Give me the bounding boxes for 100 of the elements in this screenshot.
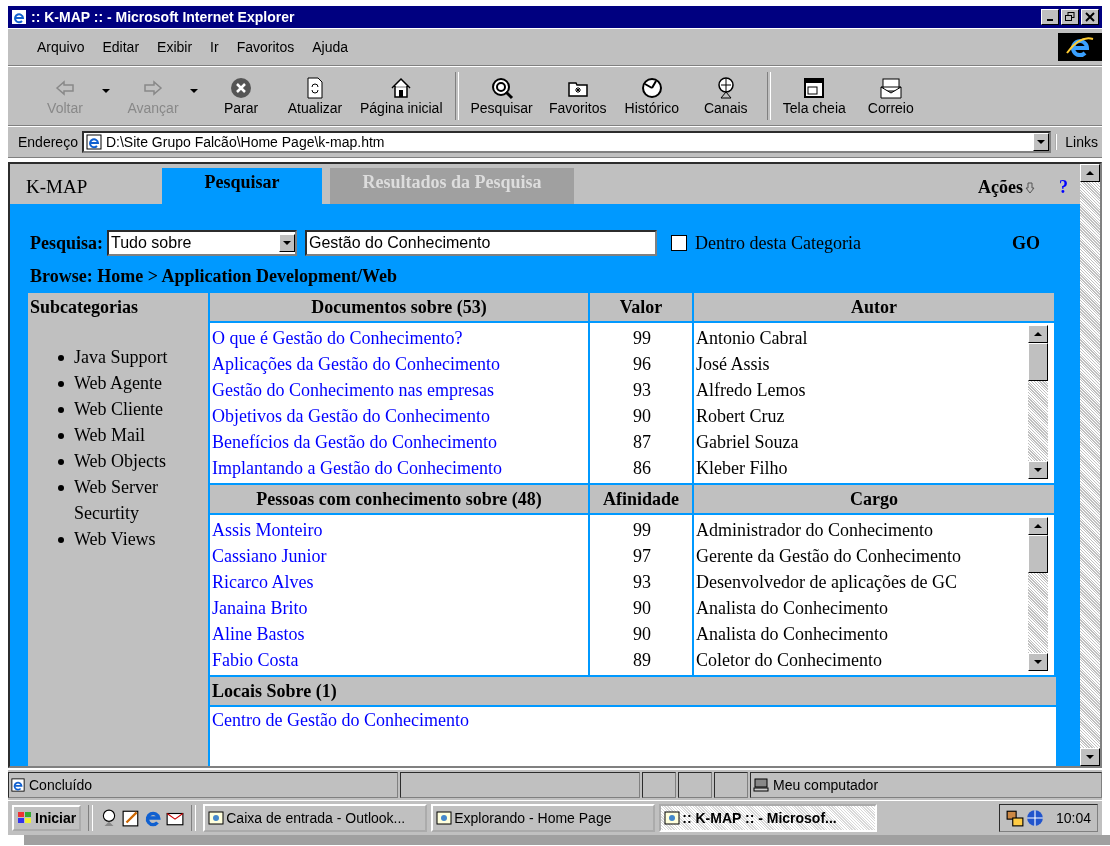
bullet-icon <box>58 433 64 439</box>
close-icon <box>1085 12 1095 22</box>
arrow-down-icon <box>1034 468 1042 472</box>
caret-icon <box>283 241 291 245</box>
window-icon <box>436 810 453 826</box>
table-cell-text: 90 <box>632 623 652 646</box>
result-link[interactable]: Gestão do Conhecimento nas empresas <box>210 377 588 403</box>
subcategory-link[interactable]: Java Support <box>74 344 168 370</box>
table-cell-text: Antonio Cabral <box>695 327 809 350</box>
checkbox-label: Dentro desta Categoria <box>695 232 861 254</box>
menu-item[interactable]: Arquivo <box>28 39 94 55</box>
checkbox[interactable] <box>671 235 687 251</box>
links-button[interactable]: Links <box>1055 134 1102 150</box>
result-link[interactable]: Benefícios da Gestão do Conhecimento <box>210 429 588 455</box>
subcategory-link[interactable]: Web Views <box>74 526 156 552</box>
favorites-button[interactable]: Favoritos <box>540 76 615 116</box>
subcategory-link[interactable]: Web Objects <box>74 448 167 474</box>
panel-title: Subcategorias <box>29 296 139 319</box>
menu-item[interactable]: Ir <box>201 39 228 55</box>
search-field[interactable]: Gestão do Conhecimento <box>305 230 657 256</box>
clock-icon <box>639 76 664 100</box>
subcategory-link[interactable]: Web Cliente <box>74 396 164 422</box>
table-cell-text: 93 <box>632 379 652 402</box>
restore-button[interactable] <box>1061 9 1079 25</box>
minimize-icon <box>1047 19 1053 21</box>
fullscreen-button[interactable]: Tela cheia <box>774 76 854 116</box>
subcategory-link[interactable]: Web Server Securtity <box>74 474 188 526</box>
status-panel <box>714 772 748 798</box>
refresh-button[interactable]: Atualizar <box>278 76 352 116</box>
minimize-button[interactable] <box>1041 9 1059 25</box>
tab[interactable]: Pesquisar <box>162 168 322 204</box>
table-cell-text: Robert Cruz <box>695 405 786 428</box>
result-link[interactable]: Aline Bastos <box>210 621 588 647</box>
search-label: Pesquisa: <box>30 232 103 254</box>
result-link[interactable]: Aplicações da Gestão do Conhecimento <box>210 351 588 377</box>
scrollbar[interactable] <box>1028 325 1048 479</box>
go-button[interactable]: GO <box>1012 232 1040 254</box>
network-icon[interactable] <box>1005 809 1024 827</box>
result-link[interactable]: Objetivos da Gestão do Conhecimento <box>210 403 588 429</box>
page-icon <box>85 134 102 150</box>
table-cell-text: 93 <box>632 571 652 594</box>
subcategory-link[interactable]: Web Mail <box>74 422 146 448</box>
start-button[interactable]: Iniciar <box>12 805 82 831</box>
browser-icon <box>11 9 27 25</box>
result-link[interactable]: Ricarco Alves <box>210 569 588 595</box>
table-cell-text: 89 <box>632 649 652 672</box>
scrollbar[interactable] <box>1028 517 1048 671</box>
table-cell-text: 87 <box>632 431 652 454</box>
subcategory-link[interactable]: Web Agente <box>74 370 163 396</box>
clock: 10:04 <box>1055 810 1091 826</box>
arrow-down-icon <box>1034 660 1042 664</box>
taskbar-button[interactable]: Explorando - Home Page <box>431 804 656 832</box>
bullet-icon <box>58 537 64 543</box>
arrow-up-icon <box>1034 332 1042 336</box>
column-header: Valor <box>590 293 692 321</box>
pencil-icon[interactable] <box>122 809 141 827</box>
table-cell-text: Alfredo Lemos <box>695 379 807 402</box>
table-cell-text: 96 <box>632 353 652 376</box>
bullet-icon <box>58 381 64 387</box>
menu-item[interactable]: Editar <box>93 39 149 55</box>
stop-button[interactable]: Parar <box>204 76 278 116</box>
address-label: Endereço <box>18 134 78 150</box>
taskbar-button[interactable]: :: K-MAP :: - Microsof... <box>659 804 878 832</box>
column-header: Autor <box>694 293 1054 321</box>
table-cell-text: 90 <box>632 597 652 620</box>
channels-button[interactable]: Canais <box>688 76 763 116</box>
window-icon <box>664 810 681 826</box>
result-link[interactable]: Fabio Costa <box>210 647 588 673</box>
window-icon <box>208 810 225 826</box>
help-link[interactable]: ? <box>1035 177 1080 204</box>
result-link[interactable]: Assis Monteiro <box>210 517 588 543</box>
home-button[interactable]: Página inicial <box>352 76 451 116</box>
menu-item[interactable]: Ajuda <box>303 39 357 55</box>
result-link[interactable]: O que é Gestão do Conhecimento? <box>210 325 588 351</box>
search-button[interactable]: Pesquisar <box>462 76 541 116</box>
actions-menu[interactable]: Ações <box>978 177 1035 204</box>
bullet-icon <box>58 485 64 491</box>
menu-item[interactable]: Favoritos <box>227 39 304 55</box>
result-link[interactable]: Janaina Brito <box>210 595 588 621</box>
address-field[interactable]: D:\Site Grupo Falcão\Home Page\k-map.htm <box>81 131 1052 153</box>
result-link[interactable]: Cassiano Junior <box>210 543 588 569</box>
close-button[interactable] <box>1081 9 1099 25</box>
history-button[interactable]: Histórico <box>614 76 689 116</box>
menu-item[interactable]: Exibir <box>148 39 202 55</box>
section-header: Locais Sobre (1) <box>210 677 1056 705</box>
stop-icon <box>229 76 253 100</box>
page-scrollbar[interactable] <box>1080 164 1100 766</box>
column-header: Documentos sobre (53) <box>210 293 588 321</box>
globe-icon[interactable] <box>1025 809 1044 827</box>
breadcrumb: Browse: Home > Application Development/Web <box>29 265 398 287</box>
zone-text: Meu computador <box>773 777 879 793</box>
caret-icon <box>1037 140 1046 144</box>
table-cell-text: Analista do Conhecimento <box>695 597 889 620</box>
mail-icon <box>878 76 903 100</box>
mail-button[interactable]: Correio <box>853 76 928 116</box>
result-link[interactable]: Implantando a Gestão do Conhecimento <box>210 455 588 481</box>
search-icon <box>489 76 514 100</box>
bullet-icon <box>58 355 64 361</box>
scope-dropdown[interactable]: Tudo sobre <box>107 230 297 256</box>
taskbar-button[interactable]: Caixa de entrada - Outlook... <box>203 804 428 832</box>
